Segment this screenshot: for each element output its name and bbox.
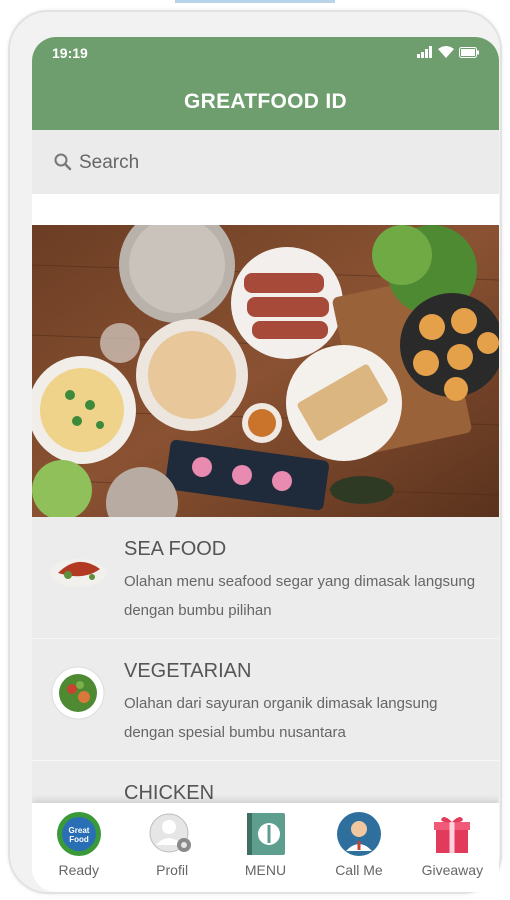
- seafood-dish-icon: [48, 539, 108, 599]
- bottom-navigation: Great Food Ready Profil MENU Call Me Giv…: [32, 803, 499, 892]
- svg-text:Food: Food: [69, 835, 89, 844]
- app-title: GREATFOOD ID: [183, 90, 348, 113]
- nav-label: Call Me: [335, 862, 383, 878]
- call-person-icon: [336, 812, 381, 856]
- battery-icon: [459, 46, 479, 58]
- search-input[interactable]: Search: [79, 152, 139, 174]
- status-icons: [417, 46, 479, 58]
- menu-item-desc: Olahan menu seafood segar yang dimasak l…: [124, 573, 476, 619]
- greatfood-logo-icon: Great Food: [56, 812, 101, 856]
- menu-item-title: SEA FOOD: [124, 538, 227, 560]
- svg-text:Great: Great: [68, 826, 89, 835]
- wifi-icon: [438, 46, 454, 58]
- nav-label: Profil: [156, 862, 189, 878]
- search-bar[interactable]: Search: [32, 130, 499, 194]
- gift-icon: [434, 816, 471, 853]
- top-indicator: [175, 0, 335, 3]
- menu-item-desc: Olahan dari sayuran organik dimasak lang…: [124, 695, 438, 741]
- search-icon: [54, 153, 72, 171]
- status-time: 19:19: [52, 45, 88, 61]
- nav-item-profil[interactable]: Profil: [125, 803, 218, 892]
- nav-item-giveaway[interactable]: Giveaway: [406, 803, 499, 892]
- vegetarian-dish-icon: [48, 661, 108, 721]
- profile-gear-icon: [149, 813, 192, 853]
- nav-item-call-me[interactable]: Call Me: [312, 803, 405, 892]
- menu-list: SEA FOOD Olahan menu seafood segar yang …: [32, 517, 499, 807]
- phone-frame: 19:19 GREATFOOD ID Search SEA FOOD Olaha…: [8, 10, 502, 894]
- nav-label: Giveaway: [421, 862, 484, 878]
- app-bar: 19:19 GREATFOOD ID: [32, 37, 499, 130]
- menu-book-icon: [246, 813, 285, 855]
- list-item[interactable]: SEA FOOD Olahan menu seafood segar yang …: [32, 517, 499, 639]
- list-item[interactable]: CHICKEN: [32, 761, 499, 807]
- menu-item-title: CHICKEN: [124, 782, 215, 804]
- nav-label: Ready: [58, 862, 99, 878]
- list-item[interactable]: VEGETARIAN Olahan dari sayuran organik d…: [32, 639, 499, 761]
- nav-item-menu[interactable]: MENU: [219, 803, 312, 892]
- hero-food-image: [32, 225, 499, 517]
- nav-label: MENU: [244, 862, 287, 878]
- signal-icon: [417, 46, 432, 58]
- app-screen: 19:19 GREATFOOD ID Search SEA FOOD Olaha…: [32, 37, 499, 892]
- nav-item-ready[interactable]: Great Food Ready: [32, 803, 125, 892]
- menu-item-title: VEGETARIAN: [124, 660, 252, 682]
